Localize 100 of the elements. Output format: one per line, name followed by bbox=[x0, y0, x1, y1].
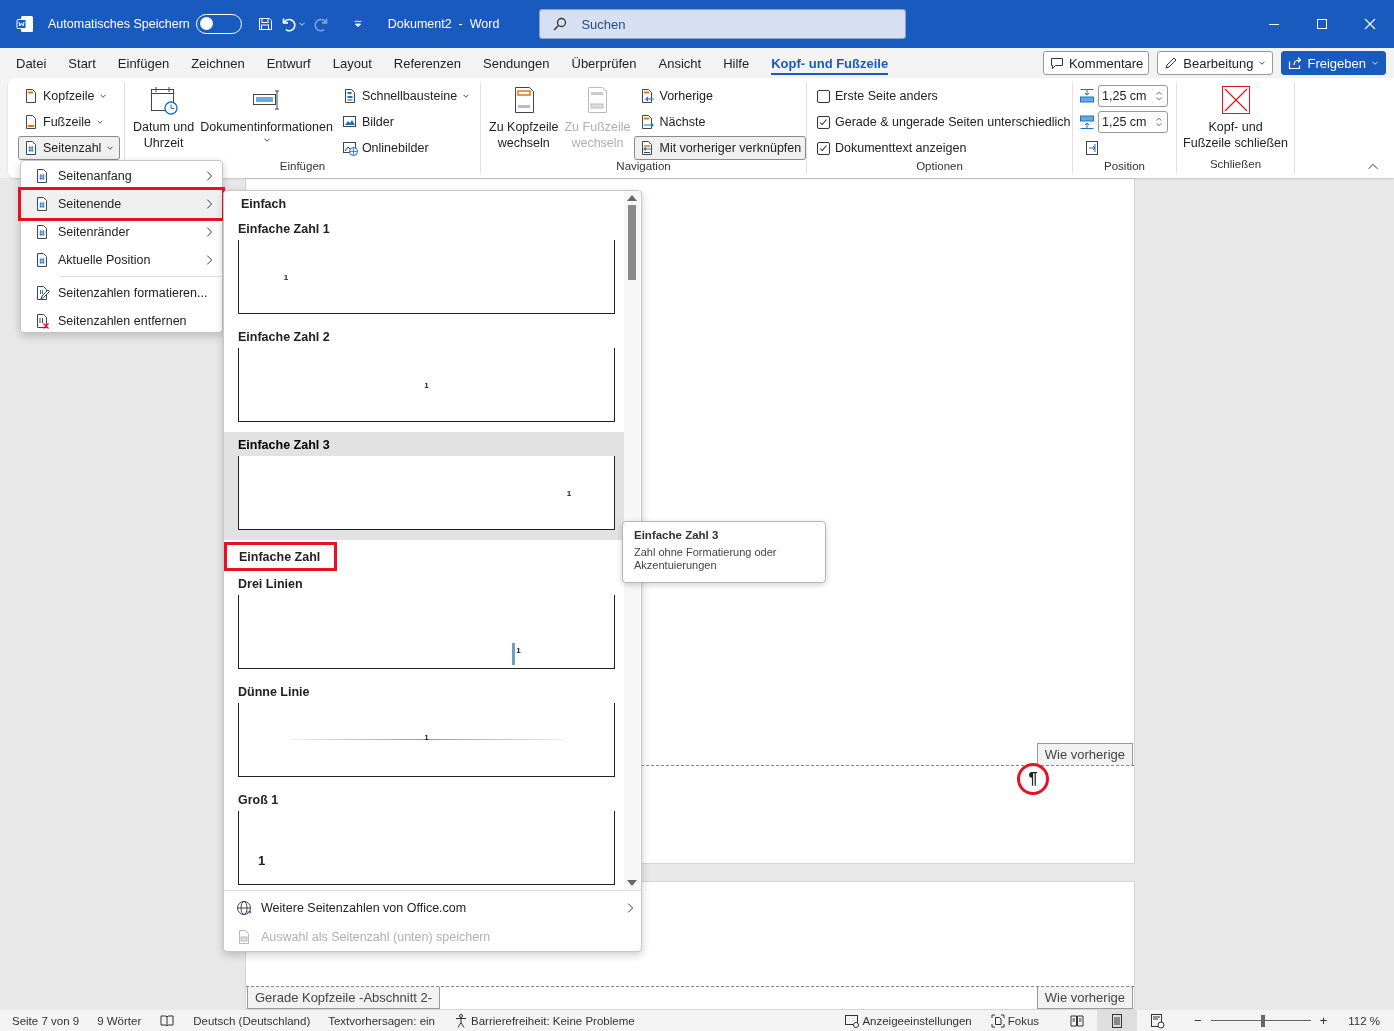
ribbon-button[interactable]: Kopfzeile bbox=[18, 84, 121, 108]
bottom-position-icon bbox=[1079, 114, 1095, 130]
status-button[interactable]: Barrierefreiheit: Keine Probleme bbox=[453, 1012, 635, 1029]
page-hash-icon bbox=[23, 140, 39, 156]
image-icon bbox=[341, 114, 358, 130]
ribbon-tab[interactable]: Layout bbox=[321, 48, 383, 78]
read-mode-icon bbox=[1069, 1012, 1086, 1029]
group-label: Navigation bbox=[616, 160, 671, 174]
ribbon-button[interactable]: Schnellbausteine bbox=[336, 84, 477, 108]
page-number-preview[interactable]: 1 bbox=[238, 595, 615, 669]
ribbon-tab[interactable]: Überprüfen bbox=[560, 48, 648, 78]
tooltip-text: Zahl ohne Formatierung oder Akzentuierungen bbox=[634, 546, 778, 572]
page-hash-icon bbox=[34, 196, 50, 212]
zoom-in-button[interactable]: + bbox=[1314, 1013, 1333, 1028]
ribbon-button[interactable]: Onlinebilder bbox=[336, 136, 477, 160]
page-number-preview[interactable]: 1 bbox=[238, 348, 615, 422]
group-label: Einfügen bbox=[279, 160, 326, 174]
menu-item[interactable]: Seitenende bbox=[21, 190, 222, 218]
menu-item[interactable]: Seitenränder bbox=[21, 218, 222, 246]
ribbon-tab[interactable]: Datei bbox=[5, 48, 58, 78]
zoom-level: 112 % bbox=[1348, 1014, 1380, 1027]
autosave-label: Automatisches Speichern bbox=[48, 17, 190, 31]
menu-item[interactable]: Aktuelle Position bbox=[21, 246, 222, 274]
page-number: 1 bbox=[566, 488, 572, 497]
save-selection-icon bbox=[236, 928, 252, 945]
spinner-field[interactable]: 1,25 cm bbox=[1098, 111, 1168, 133]
checkbox-label: Dokumenttext anzeigen bbox=[835, 141, 967, 155]
gallery-item-label: Groß 1 bbox=[238, 792, 280, 809]
status-button[interactable]: Fokus bbox=[989, 1012, 1040, 1029]
menu-item[interactable]: Weitere Seitenzahlen von Office.com bbox=[224, 893, 641, 922]
close-icon bbox=[1362, 16, 1378, 32]
menu-item[interactable]: Seitenzahlen formatieren... bbox=[21, 279, 222, 307]
save-icon bbox=[256, 16, 273, 32]
gallery-item[interactable]: Einfache Zahl 1 1 bbox=[224, 216, 624, 324]
toolbar-button[interactable]: Bearbeitung bbox=[1157, 51, 1274, 75]
tooltip-title: Einfache Zahl 3 bbox=[634, 529, 720, 541]
checkbox[interactable] bbox=[817, 115, 830, 129]
gallery-item[interactable]: Drei Linien 1 bbox=[224, 571, 624, 679]
page-top-icon bbox=[23, 88, 39, 104]
page-number-preview[interactable]: 1 bbox=[238, 456, 615, 530]
ribbon-button[interactable]: Fußzeile bbox=[18, 110, 121, 134]
next-icon bbox=[639, 114, 656, 130]
ribbon-tab[interactable]: Hilfe bbox=[712, 48, 761, 78]
page-number: 1 bbox=[424, 732, 429, 742]
hovered-gallery-item[interactable]: Einfache Zahl 3 1 bbox=[224, 432, 624, 540]
zoom-out-button[interactable]: − bbox=[1189, 1013, 1207, 1028]
status-text: Deutsch (Deutschland) bbox=[193, 1014, 311, 1027]
ribbon-tab[interactable]: Start bbox=[57, 48, 107, 78]
ribbon-tab[interactable]: Einfügen bbox=[106, 48, 181, 78]
toolbar-button[interactable]: Kommentare bbox=[1042, 51, 1150, 75]
remove-icon bbox=[34, 313, 50, 329]
checkbox[interactable] bbox=[817, 141, 830, 155]
page-number-preview[interactable]: 1 bbox=[238, 240, 615, 314]
page-number: 1 bbox=[424, 380, 429, 389]
ribbon-tab[interactable]: Kopf- und Fußzeile bbox=[760, 48, 900, 78]
ribbon-large-button[interactable]: Kopf- und Fußzeile schließen bbox=[1181, 82, 1290, 153]
view-button[interactable] bbox=[1097, 1010, 1138, 1031]
ribbon-button[interactable]: Seitenzahl bbox=[18, 136, 121, 160]
search-field[interactable]: Suchen bbox=[539, 9, 907, 39]
ribbon-large-button[interactable]: Datum und Uhrzeit bbox=[131, 82, 197, 153]
ribbon-large-button[interactable]: Dokumentinformationen bbox=[198, 82, 335, 150]
section-heading: Einfach bbox=[240, 196, 288, 213]
status-text: Textvorhersagen: ein bbox=[328, 1014, 435, 1027]
ribbon-button[interactable]: Vorherige bbox=[634, 84, 807, 108]
status-text: 9 Wörter bbox=[97, 1014, 142, 1027]
spinner-field[interactable]: 1,25 cm bbox=[1098, 85, 1168, 107]
zoom-thumb[interactable] bbox=[1260, 1014, 1265, 1027]
gallery-item[interactable]: Groß 1 1 bbox=[224, 787, 624, 890]
toolbar-button[interactable]: Freigeben bbox=[1281, 51, 1386, 75]
group-label: Schließen bbox=[1209, 158, 1262, 172]
ribbon-button[interactable]: Nächste bbox=[634, 110, 807, 134]
globe-icon bbox=[236, 899, 252, 916]
maximize-icon bbox=[1314, 16, 1330, 32]
ribbon-tab[interactable]: Sendungen bbox=[472, 48, 561, 78]
section-heading: Einfache Zahl bbox=[224, 542, 338, 571]
page-hash-icon bbox=[34, 224, 50, 240]
ribbon-tab[interactable]: Zeichnen bbox=[180, 48, 256, 78]
gallery-item[interactable]: Einfache Zahl 2 1 bbox=[224, 324, 624, 432]
status-text: Seite 7 von 9 bbox=[12, 1014, 80, 1027]
page-hash-icon bbox=[34, 252, 50, 268]
share-icon bbox=[1287, 55, 1304, 71]
ribbon-tab[interactable]: Referenzen bbox=[382, 48, 472, 78]
checkbox[interactable] bbox=[817, 89, 830, 103]
page-number: 1 bbox=[283, 272, 289, 281]
group-label: Position bbox=[1104, 160, 1145, 174]
ribbon-button[interactable]: Bilder bbox=[336, 110, 477, 134]
status-button[interactable]: Anzeigeeinstellungen bbox=[844, 1012, 972, 1029]
online-image-icon bbox=[341, 140, 358, 156]
ribbon-button[interactable]: Mit vorheriger verknüpfen bbox=[634, 136, 807, 160]
line-mark bbox=[512, 643, 516, 665]
ribbon-tab[interactable]: Ansicht bbox=[647, 48, 713, 78]
menu-item[interactable]: Seitenanfang bbox=[21, 162, 222, 190]
ribbon-tab[interactable]: Entwurf bbox=[255, 48, 322, 78]
close-box-icon bbox=[1219, 84, 1252, 116]
gallery-item[interactable]: Dünne Linie 1 bbox=[224, 679, 624, 787]
top-position-icon bbox=[1079, 88, 1095, 104]
menu-item[interactable]: Seitenzahlen entfernen bbox=[21, 307, 222, 335]
page-number-preview[interactable]: 1 bbox=[238, 703, 615, 777]
page-number-preview[interactable]: 1 bbox=[238, 811, 615, 885]
ribbon-large-button[interactable]: Zu Kopfzeile wechseln bbox=[487, 82, 561, 153]
